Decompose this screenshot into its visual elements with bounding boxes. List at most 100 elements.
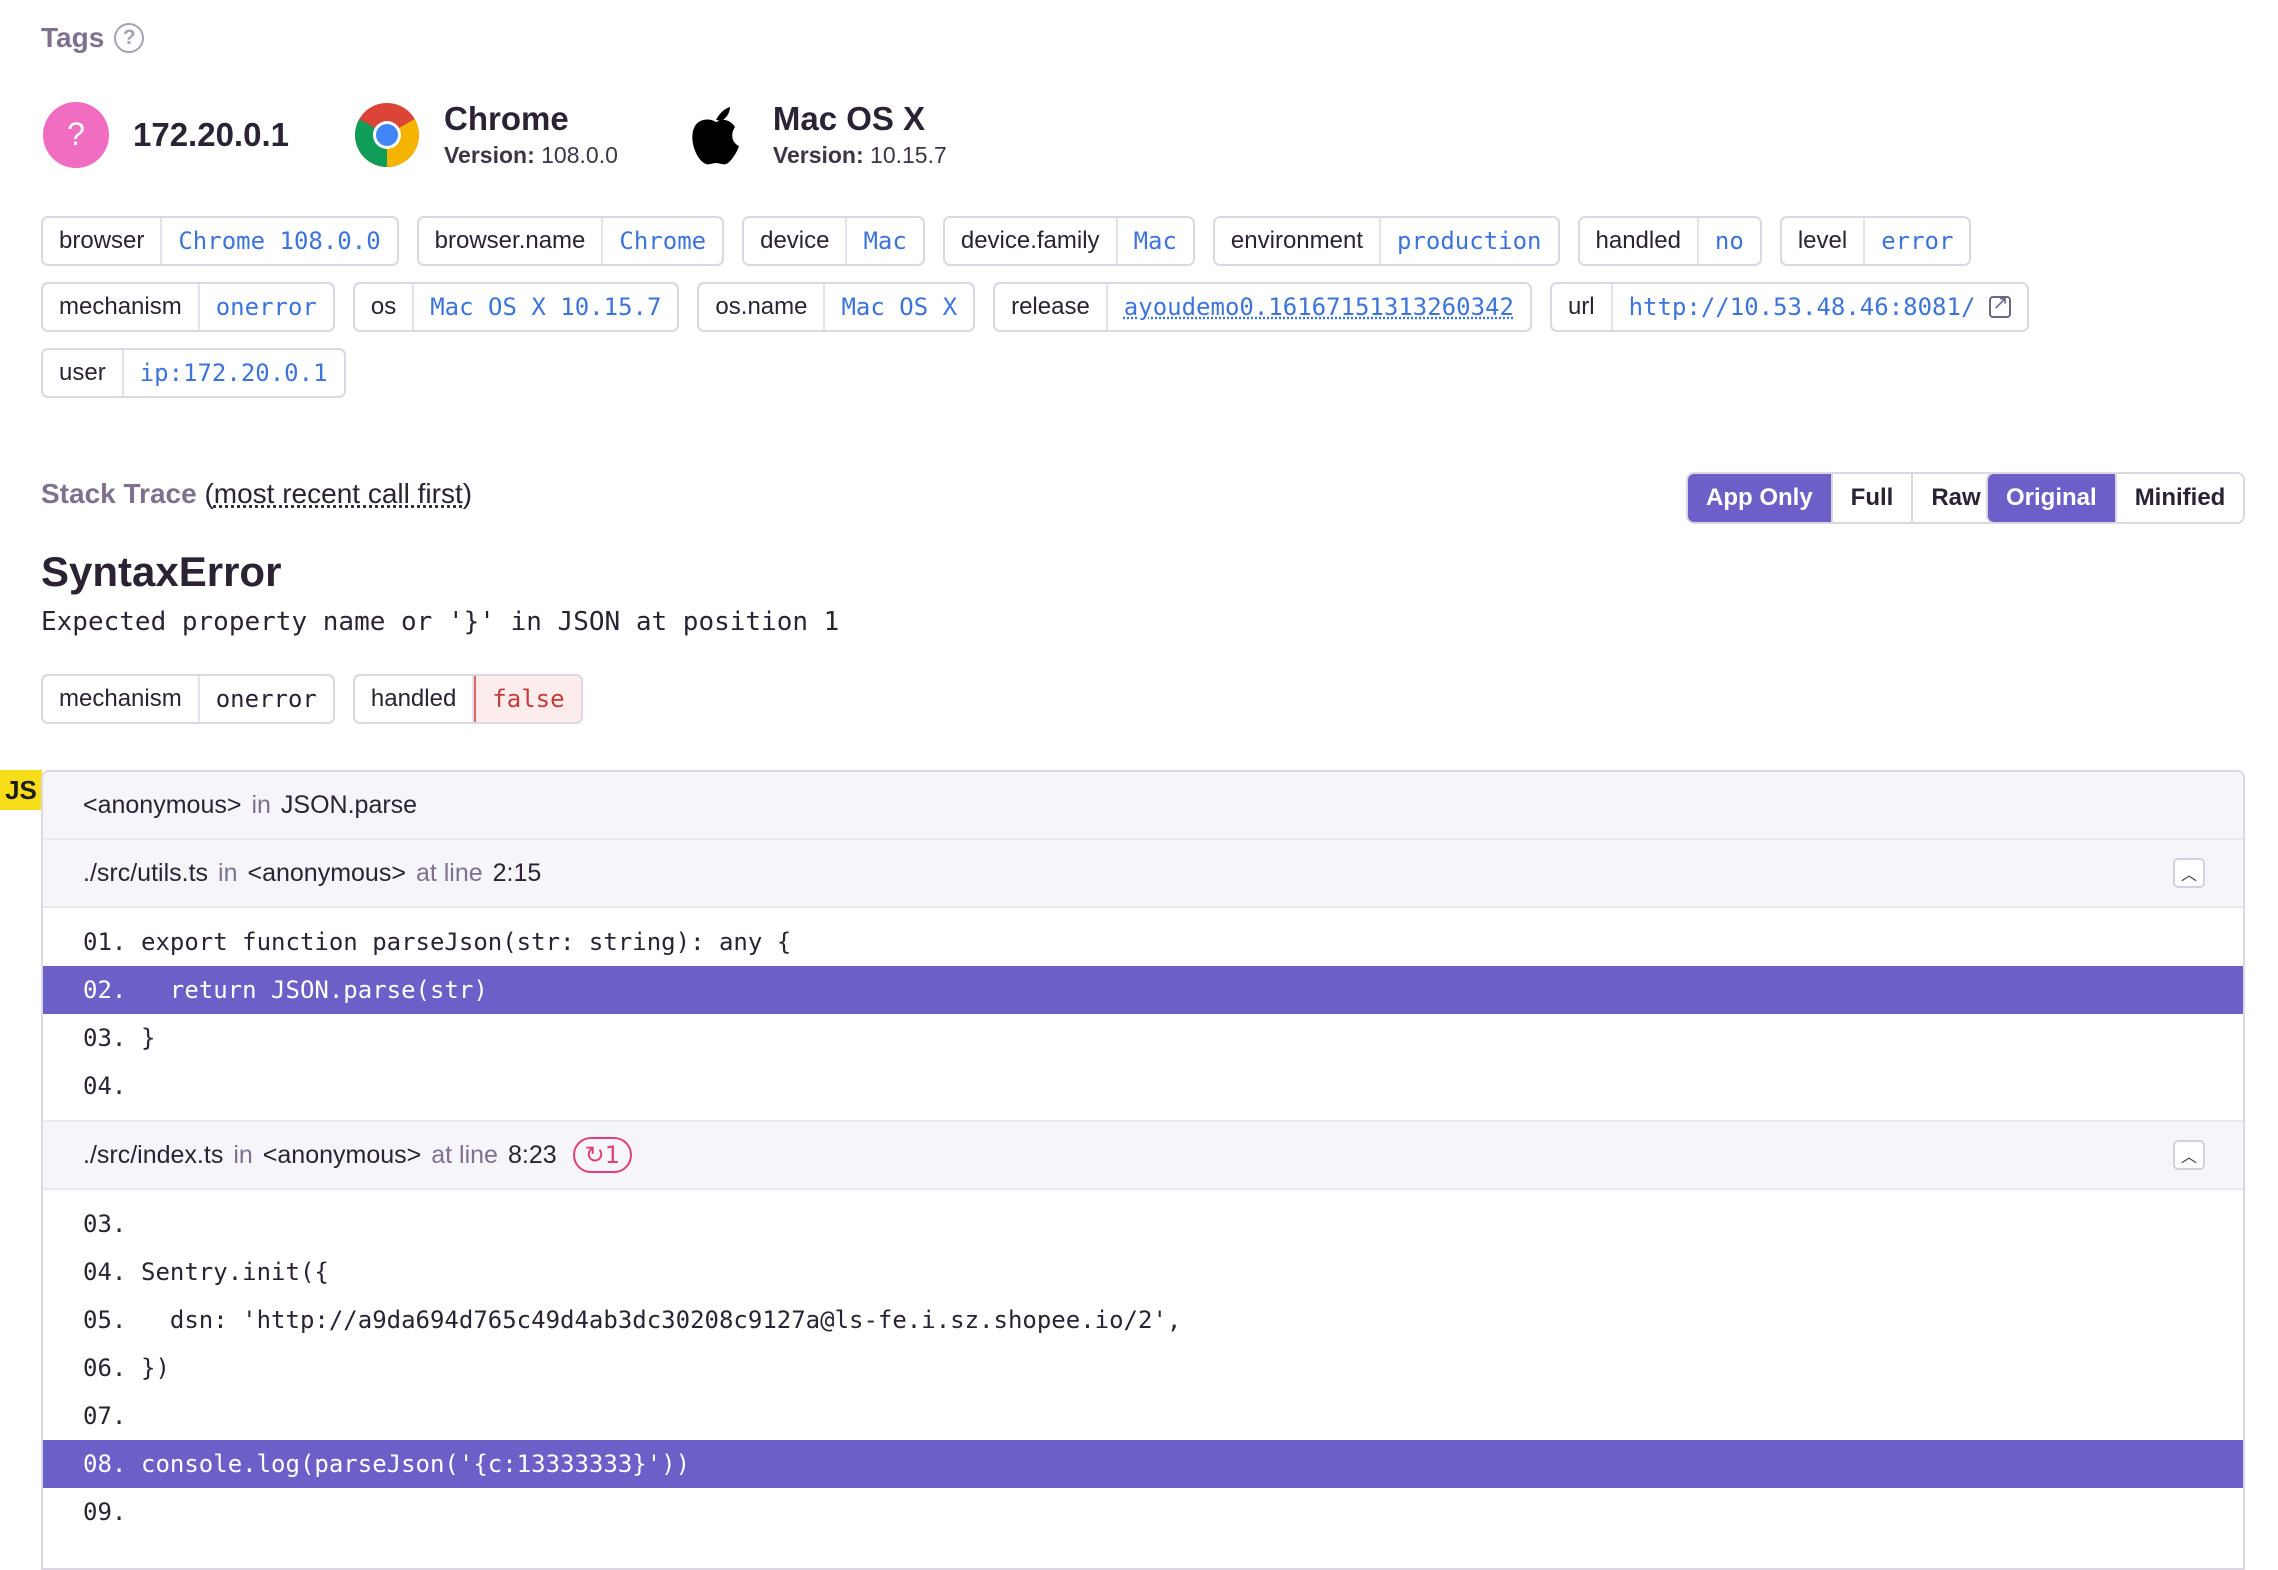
tag-handled[interactable]: handled no	[1577, 216, 1762, 266]
mechanism-tag: mechanism onerror	[41, 674, 335, 724]
refresh-icon: ↻	[584, 1141, 605, 1169]
code-line: 04.	[83, 1072, 127, 1100]
frame-header[interactable]: ./src/index.ts in <anonymous> at line 8:…	[43, 1120, 2243, 1190]
full-button[interactable]: Full	[1832, 474, 1914, 522]
tag-value[interactable]: http://10.53.48.46:8081/	[1613, 284, 2028, 330]
frame-in: in	[251, 790, 271, 819]
context-os-version: Version: 10.15.7	[772, 142, 947, 168]
tag-value[interactable]: no	[1699, 218, 1760, 264]
tag-value[interactable]: Chrome	[603, 218, 722, 264]
context-user: ? 172.20.0.1	[43, 101, 289, 168]
frame-header[interactable]: <anonymous> in JSON.parse	[43, 772, 2243, 840]
tag-key: user	[43, 350, 124, 396]
repeat-count: 1	[604, 1141, 621, 1169]
frame-function: <anonymous>	[262, 1140, 422, 1169]
open-paren: (	[204, 478, 214, 509]
code-line: 03.}	[83, 1024, 156, 1052]
code-line-active: 08. console.log(parseJson('{c:13333333}')…	[43, 1440, 2243, 1488]
minified-button[interactable]: Minified	[2116, 474, 2244, 522]
tag-level[interactable]: level error	[1779, 216, 1972, 266]
tag-value[interactable]: error	[1865, 218, 1969, 264]
tag-device-family[interactable]: device.family Mac	[942, 216, 1195, 266]
source-toggle-group: Original Minified	[1986, 472, 2246, 524]
tag-environment[interactable]: environment production	[1212, 216, 1560, 266]
tag-row: mechanism onerror os Mac OS X 10.15.7 os.n…	[41, 282, 2241, 332]
context-browser: Chrome Version: 108.0.0	[354, 100, 618, 169]
stack-trace-label: Stack Trace	[41, 478, 197, 509]
chevron-up-icon[interactable]: ︿	[2173, 858, 2205, 888]
tag-value[interactable]: production	[1381, 218, 1558, 264]
tag-os[interactable]: os Mac OS X 10.15.7	[352, 282, 680, 332]
close-paren: )	[462, 478, 473, 509]
tags-header: Tags ?	[41, 22, 145, 54]
most-recent-toggle[interactable]: most recent call first	[214, 478, 463, 509]
frame-line: 2:15	[492, 858, 542, 887]
tag-mechanism[interactable]: mechanism onerror	[41, 282, 335, 332]
code-line-active: 02. return JSON.parse(str)	[43, 966, 2243, 1014]
tag-row: user ip:172.20.0.1	[41, 348, 2241, 398]
tag-value[interactable]: Mac OS X	[825, 284, 973, 330]
view-toggle-group: App Only Full Raw	[1686, 472, 2001, 524]
frame-module: JSON.parse	[280, 790, 418, 819]
tag-key: browser.name	[419, 218, 604, 264]
exception-type: SyntaxError	[41, 548, 282, 595]
tag-key: os.name	[699, 284, 826, 330]
tag-value[interactable]: Mac	[1118, 218, 1193, 264]
external-link-icon[interactable]	[1989, 292, 2012, 318]
frame-line: 8:23	[507, 1140, 557, 1169]
tag-device[interactable]: device Mac	[742, 216, 925, 266]
code-line: 03.	[83, 1210, 127, 1238]
context-browser-title: Chrome	[443, 100, 569, 137]
tag-value[interactable]: onerror	[200, 284, 333, 330]
code-line: 09.	[83, 1498, 127, 1526]
code-line: 01. export function parseJson(str: string…	[83, 928, 792, 956]
handled-value-false: false	[474, 676, 581, 722]
context-summary: ? 172.20.0.1 Chrome Version: 108.0.0 Mac	[43, 100, 1012, 169]
tag-value[interactable]: Mac OS X 10.15.7	[414, 284, 677, 330]
tag-key: device	[744, 218, 848, 264]
release-link[interactable]: ayoudemo0.16167151313260342	[1108, 284, 1530, 330]
tag-url[interactable]: url http://10.53.48.46:8081/	[1549, 282, 2030, 332]
tag-row: browser Chrome 108.0.0 browser.name Chrome…	[41, 216, 2241, 266]
tag-browser[interactable]: browser Chrome 108.0.0	[41, 216, 399, 266]
stack-trace-title: Stack Trace (most recent call first)	[41, 478, 472, 510]
frame-in: in	[233, 1140, 253, 1169]
original-button[interactable]: Original	[1988, 474, 2117, 522]
apple-logo-icon	[683, 102, 749, 168]
chevron-up-icon[interactable]: ︿	[2173, 1140, 2205, 1170]
frame-header[interactable]: ./src/utils.ts in <anonymous> at line 2:…	[43, 840, 2243, 908]
stack-frames: <anonymous> in JSON.parse ./src/utils.ts…	[41, 770, 2245, 1570]
tag-os-name[interactable]: os.name Mac OS X	[697, 282, 976, 332]
context-os-title: Mac OS X	[772, 100, 926, 137]
tag-value: onerror	[215, 685, 317, 713]
tag-value[interactable]: ip:172.20.0.1	[124, 350, 344, 396]
tag-key: os	[355, 284, 415, 330]
tag-key: environment	[1215, 218, 1381, 264]
context-user-title: 172.20.0.1	[133, 115, 289, 153]
code-context: 03. 04. Sentry.init({ 05. dsn: 'http://a9…	[43, 1190, 2243, 1546]
frame-function: <anonymous>	[83, 790, 242, 819]
tag-user[interactable]: user ip:172.20.0.1	[41, 348, 346, 398]
tag-key: handled	[355, 676, 475, 722]
chrome-logo-icon	[354, 102, 420, 168]
frame-at-line: at line	[415, 858, 483, 887]
tag-key: mechanism	[43, 676, 200, 722]
code-context: 01. export function parseJson(str: string…	[43, 908, 2243, 1120]
code-line: 07.	[83, 1402, 127, 1430]
mechanism-tags: mechanism onerror handled false	[41, 674, 601, 724]
code-line: 05. dsn: 'http://a9da694d765c49d4ab3dc30…	[83, 1306, 1182, 1334]
tag-browser-name[interactable]: browser.name Chrome	[416, 216, 725, 266]
help-circle-icon[interactable]: ?	[114, 23, 145, 53]
tag-value[interactable]: Mac	[847, 218, 922, 264]
frame-function: <anonymous>	[247, 858, 406, 887]
tag-value[interactable]: Chrome 108.0.0	[162, 218, 396, 264]
user-avatar-icon: ?	[43, 101, 109, 168]
context-browser-version: Version: 108.0.0	[443, 142, 618, 168]
app-only-button[interactable]: App Only	[1688, 474, 1833, 522]
url-value[interactable]: http://10.53.48.46:8081/	[1629, 293, 1976, 321]
javascript-platform-icon: JS	[0, 770, 42, 810]
tags-title: Tags	[41, 22, 105, 53]
repeats-badge: ↻ 1	[572, 1137, 633, 1173]
tag-key: url	[1552, 284, 1613, 330]
tag-release[interactable]: release ayoudemo0.16167151313260342	[993, 282, 1532, 332]
